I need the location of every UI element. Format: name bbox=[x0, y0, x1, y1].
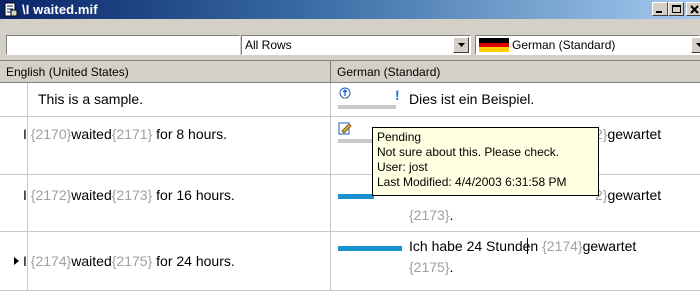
inline-tag: {2173} bbox=[111, 187, 153, 203]
language-dropdown-button[interactable] bbox=[691, 37, 700, 53]
inline-tag: {2170} bbox=[30, 126, 72, 142]
current-row-arrow-icon bbox=[14, 257, 19, 265]
status-bar-empty bbox=[338, 139, 376, 143]
source-cell[interactable]: I {2172}waited{2173} for 16 hours. bbox=[23, 175, 331, 231]
language-select[interactable]: German (Standard) bbox=[475, 35, 700, 55]
target-text: Dies ist ein Beispiel. bbox=[409, 91, 535, 107]
segment-note-tooltip: Pending Not sure about this. Please chec… bbox=[372, 127, 599, 196]
row-marker[interactable] bbox=[0, 175, 28, 231]
inline-tag: {2174} bbox=[30, 253, 72, 269]
note-marker-icon[interactable]: ! bbox=[395, 87, 400, 103]
search-input[interactable] bbox=[6, 35, 240, 55]
row-filter-dropdown-button[interactable] bbox=[453, 37, 469, 53]
target-cell[interactable]: ! Dies ist ein Beispiel. bbox=[331, 83, 700, 116]
column-header-target[interactable]: German (Standard) bbox=[331, 61, 700, 83]
comment-icon[interactable] bbox=[338, 87, 352, 101]
target-text: 2}gewartet bbox=[595, 126, 662, 142]
source-cell[interactable]: I {2170}waited{2171} for 8 hours. bbox=[23, 117, 331, 174]
maximize-icon bbox=[672, 5, 681, 13]
inline-tag: {2172} bbox=[30, 187, 72, 203]
status-bar-empty bbox=[338, 105, 396, 109]
row-filter-select[interactable]: All Rows bbox=[241, 35, 471, 55]
target-text-line2[interactable]: {2175}. bbox=[409, 259, 453, 275]
tooltip-user: User: jost bbox=[377, 160, 428, 174]
translation-status-bar bbox=[338, 246, 402, 251]
segment-row-current[interactable]: I {2174}waited{2175} for 24 hours. Ich h… bbox=[0, 232, 700, 291]
minimize-icon bbox=[656, 11, 662, 13]
edit-icon[interactable] bbox=[338, 121, 352, 135]
target-text-line2: {2173}. bbox=[409, 207, 454, 223]
source-cell[interactable]: This is a sample. bbox=[28, 83, 331, 116]
window-title: \I waited.mif bbox=[22, 2, 98, 17]
target-text[interactable]: Ich habe 24 Stunden {2174}gewartet bbox=[409, 238, 636, 254]
tooltip-status: Pending bbox=[377, 130, 422, 144]
text-caret bbox=[527, 238, 528, 254]
minimize-button[interactable] bbox=[652, 2, 668, 16]
grid-header: English (United States) German (Standard… bbox=[0, 61, 700, 83]
target-text: 2}gewartet bbox=[595, 187, 662, 203]
inline-tag: {2171} bbox=[111, 126, 153, 142]
translation-window: \I waited.mif All Rows German (Standard) bbox=[0, 0, 700, 303]
source-text: This is a sample. bbox=[38, 91, 144, 107]
chevron-down-icon bbox=[458, 43, 465, 47]
row-filter-value: All Rows bbox=[245, 38, 292, 52]
target-cell[interactable]: Ich habe 24 Stunden {2174}gewartet {2175… bbox=[331, 232, 700, 290]
toolbar: All Rows German (Standard) bbox=[0, 19, 700, 60]
tooltip-note: Not sure about this. Please check. bbox=[377, 145, 560, 159]
translation-status-bar bbox=[338, 194, 374, 199]
chevron-down-icon bbox=[696, 43, 700, 47]
tooltip-modified: Last Modified: 4/4/2003 6:31:58 PM bbox=[377, 175, 567, 189]
source-text: I {2174}waited{2175} for 24 hours. bbox=[23, 253, 235, 269]
source-cell[interactable]: I {2174}waited{2175} for 24 hours. bbox=[23, 232, 331, 290]
close-icon bbox=[690, 5, 699, 14]
inline-tag: {2175} bbox=[111, 253, 153, 269]
row-marker[interactable] bbox=[0, 83, 28, 116]
document-icon[interactable] bbox=[3, 2, 18, 17]
maximize-button[interactable] bbox=[668, 2, 684, 16]
source-text: I {2170}waited{2171} for 8 hours. bbox=[23, 126, 227, 142]
close-button[interactable] bbox=[686, 2, 700, 16]
column-header-source[interactable]: English (United States) bbox=[0, 61, 331, 83]
source-text: I {2172}waited{2173} for 16 hours. bbox=[23, 187, 235, 203]
segment-row[interactable]: This is a sample. ! Dies ist ein Beispie… bbox=[0, 83, 700, 117]
title-bar[interactable]: \I waited.mif bbox=[0, 0, 700, 19]
german-flag-icon bbox=[479, 38, 509, 52]
language-value: German (Standard) bbox=[512, 38, 616, 52]
